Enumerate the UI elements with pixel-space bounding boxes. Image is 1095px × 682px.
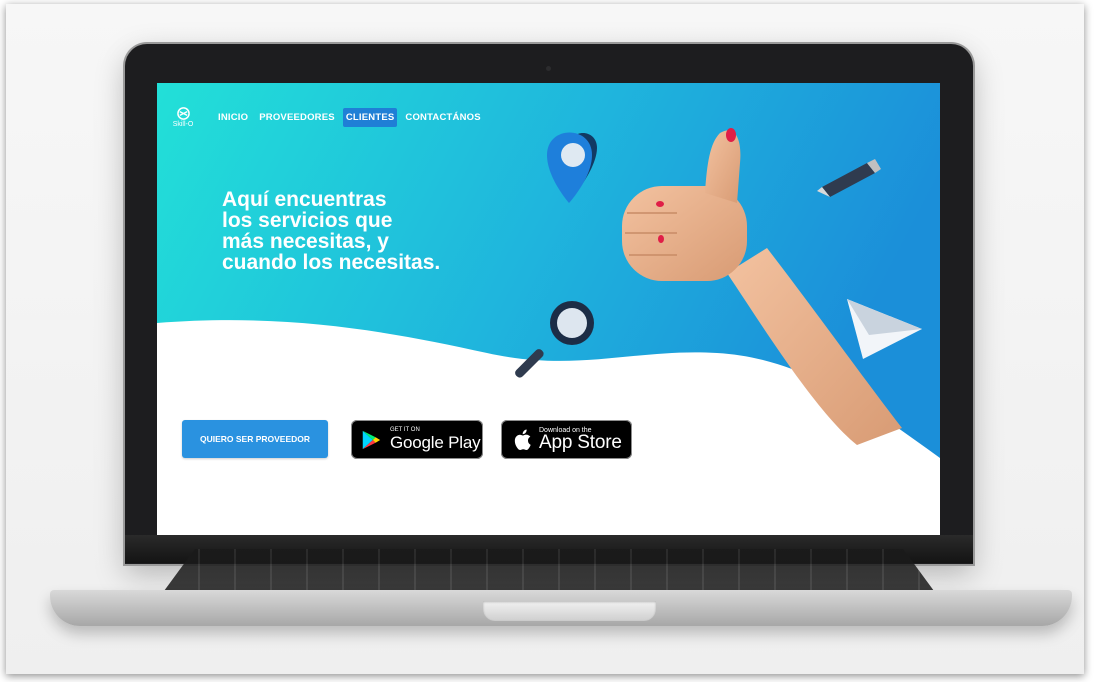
google-play-badge[interactable]: GET IT ON Google Play bbox=[351, 420, 483, 459]
logo-icon bbox=[176, 107, 190, 120]
nav-clientes[interactable]: CLIENTES bbox=[342, 108, 398, 127]
app-store-big: App Store bbox=[539, 432, 622, 453]
laptop-keyboard bbox=[164, 549, 934, 591]
brand-logo[interactable]: Skill-O bbox=[171, 107, 195, 128]
app-store-badge[interactable]: Download on the App Store bbox=[501, 420, 632, 459]
hero-headline: Aquí encuentras los servicios que más ne… bbox=[222, 189, 482, 273]
hero-line: más necesitas, y bbox=[222, 230, 389, 253]
hero-line: Aquí encuentras bbox=[222, 188, 387, 211]
nav-inicio[interactable]: INICIO bbox=[215, 108, 251, 127]
hero-background bbox=[157, 83, 940, 458]
webcam bbox=[546, 66, 551, 71]
google-play-big: Google Play bbox=[390, 433, 481, 452]
become-provider-button[interactable]: QUIERO SER PROVEEDOR bbox=[182, 420, 328, 458]
photo-frame: Skill-O INICIO PROVEEDORES CLIENTES CONT… bbox=[6, 4, 1084, 674]
laptop-screen: Skill-O INICIO PROVEEDORES CLIENTES CONT… bbox=[157, 83, 940, 535]
top-nav: Skill-O INICIO PROVEEDORES CLIENTES CONT… bbox=[171, 107, 489, 128]
hero-line: los servicios que bbox=[222, 209, 393, 232]
hero-line: cuando los necesitas. bbox=[222, 251, 441, 274]
nav-contactanos[interactable]: CONTACTÁNOS bbox=[402, 108, 483, 127]
apple-icon bbox=[514, 429, 531, 450]
google-play-icon bbox=[362, 430, 381, 449]
laptop-notch bbox=[483, 601, 656, 621]
brand-name: Skill-O bbox=[172, 121, 194, 128]
nav-proveedores[interactable]: PROVEEDORES bbox=[256, 108, 338, 127]
